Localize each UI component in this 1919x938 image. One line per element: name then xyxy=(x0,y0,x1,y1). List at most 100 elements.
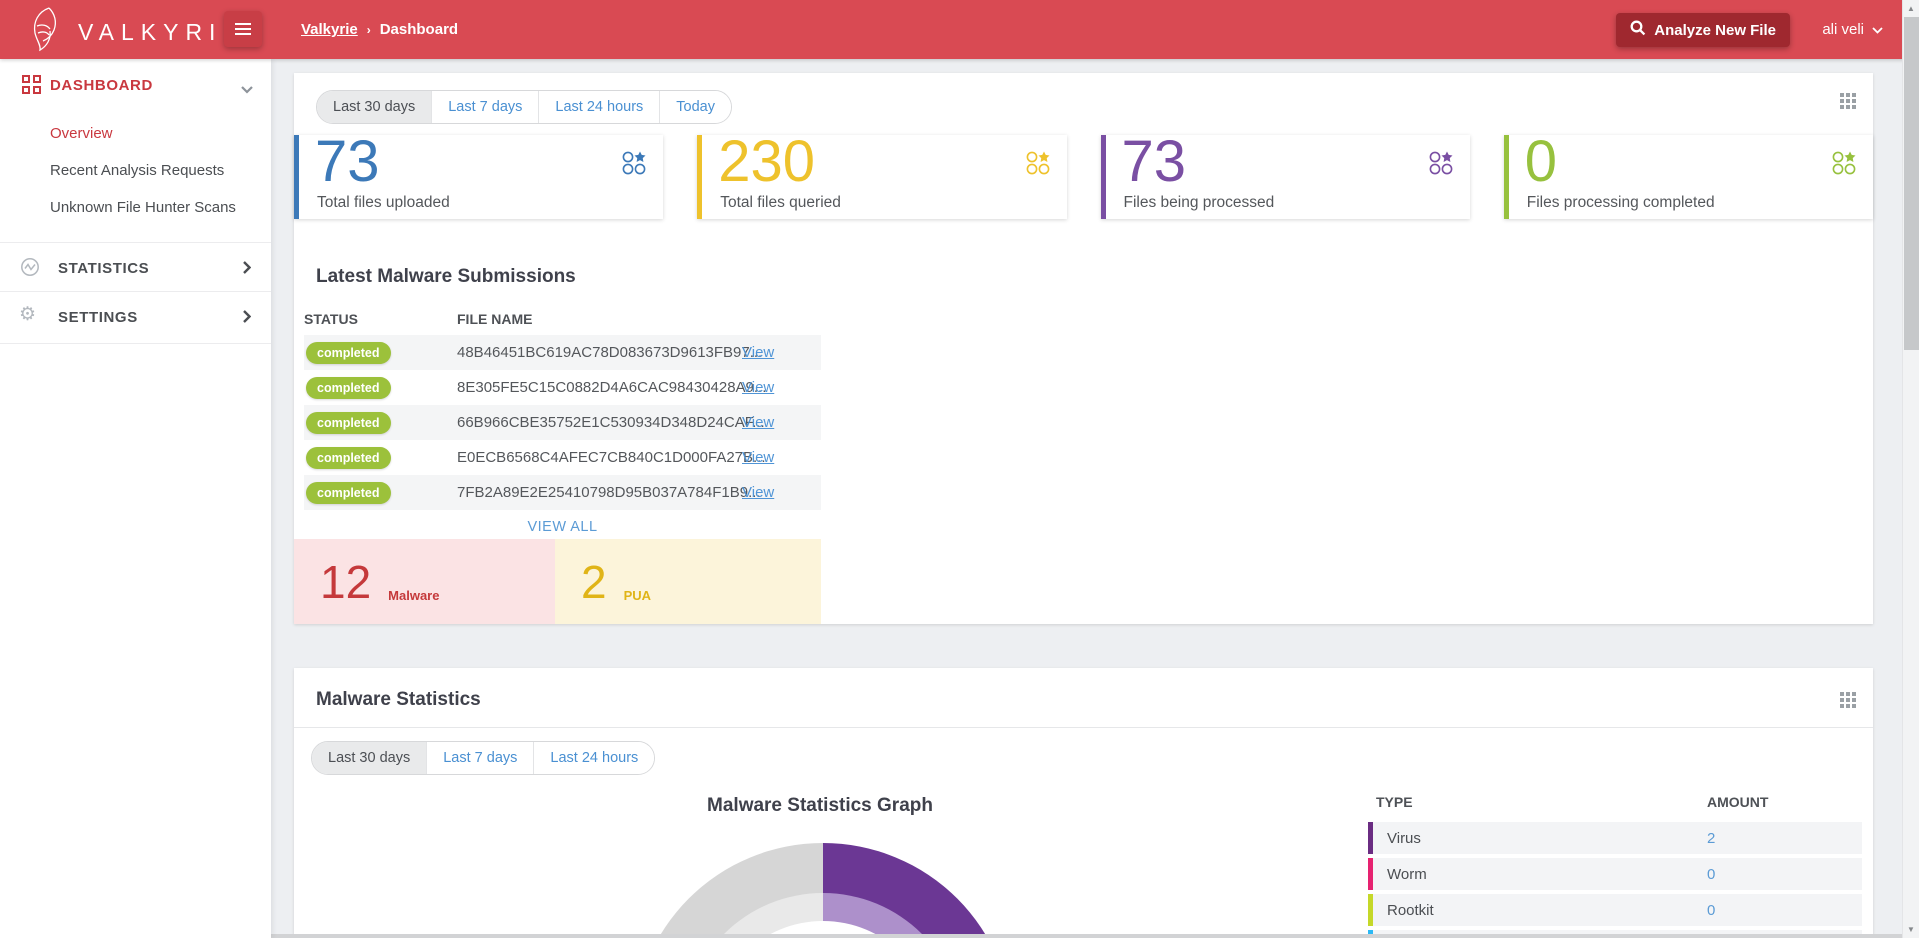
stat-value: 73 xyxy=(315,129,380,194)
amount-link[interactable]: 0 xyxy=(1707,902,1715,919)
scrollbar-thumb[interactable] xyxy=(1904,17,1919,350)
chevron-down-icon xyxy=(241,81,253,99)
status-badge: completed xyxy=(306,447,391,469)
table-row-worm: Worm 0 xyxy=(1368,858,1862,890)
statistics-pulse-icon xyxy=(20,257,40,282)
analyze-new-file-button[interactable]: Analyze New File xyxy=(1616,13,1790,47)
type-table-header: TYPE AMOUNT xyxy=(1368,790,1862,816)
table-row-virus: Virus 2 xyxy=(1368,822,1862,854)
divider xyxy=(294,727,1873,728)
table-row: completed 48B46451BC619AC78D083673D9613F… xyxy=(304,335,821,370)
filter-last-7-days[interactable]: Last 7 days xyxy=(431,91,539,123)
chevron-right-icon xyxy=(243,261,252,279)
filter-last-24-hours[interactable]: Last 24 hours xyxy=(533,742,655,774)
breadcrumb: Valkyrie › Dashboard xyxy=(301,0,458,59)
type-name: Virus xyxy=(1387,830,1421,847)
status-badge: completed xyxy=(306,377,391,399)
sidebar-item-dashboard[interactable]: DASHBOARD xyxy=(0,59,271,109)
scroll-up-arrow-icon[interactable]: ▲ xyxy=(1903,4,1919,13)
amount-link[interactable]: 2 xyxy=(1707,830,1715,847)
view-link[interactable]: View xyxy=(742,449,774,466)
pua-count-label: PUA xyxy=(623,588,652,603)
filter-last-30-days[interactable]: Last 30 days xyxy=(312,742,427,774)
malware-count-box: 12 Malware xyxy=(294,539,555,624)
sidebar-toggle-button[interactable] xyxy=(224,11,262,47)
malware-statistics-graph-title: Malware Statistics Graph xyxy=(707,795,933,816)
view-link[interactable]: View xyxy=(742,344,774,361)
malware-statistics-card: Malware Statistics Last 30 days Last 7 d… xyxy=(294,668,1873,938)
breadcrumb-separator-icon: › xyxy=(366,22,371,37)
user-name: ali veli xyxy=(1822,21,1864,38)
view-link[interactable]: View xyxy=(742,414,774,431)
circles-star-icon xyxy=(1025,150,1051,181)
submissions-table-header: STATUS FILE NAME xyxy=(304,309,821,335)
status-badge: completed xyxy=(306,482,391,504)
sidebar-item-settings[interactable]: ⚙ SETTINGS xyxy=(0,291,271,344)
file-name: 48B46451BC619AC78D083673D9613FB97... xyxy=(457,344,763,361)
widget-grid-icon[interactable] xyxy=(1840,692,1856,708)
sidebar-item-overview[interactable]: Overview xyxy=(0,115,271,152)
view-link[interactable]: View xyxy=(742,379,774,396)
circles-star-icon xyxy=(1831,150,1857,181)
column-type: TYPE xyxy=(1376,794,1413,810)
stat-label: Files processing completed xyxy=(1526,194,1715,211)
analyze-button-label: Analyze New File xyxy=(1654,21,1776,39)
sidebar-item-statistics[interactable]: STATISTICS xyxy=(0,242,271,291)
latest-malware-submissions-title: Latest Malware Submissions xyxy=(316,266,576,287)
stat-card-files-queried: 230 Total files queried xyxy=(697,131,1067,219)
view-all-button[interactable]: VIEW ALL xyxy=(304,519,821,535)
table-row: completed 8E305FE5C15C0882D4A6CAC9843042… xyxy=(304,370,821,405)
chevron-down-icon xyxy=(1872,21,1883,38)
table-row: completed 66B966CBE35752E1C530934D348D24… xyxy=(304,405,821,440)
malware-type-table: TYPE AMOUNT Virus 2 Worm 0 Rootkit 0 xyxy=(1368,790,1862,938)
table-row-rootkit: Rootkit 0 xyxy=(1368,894,1862,926)
dashboard-submenu: Overview Recent Analysis Requests Unknow… xyxy=(0,109,271,242)
user-menu[interactable]: ali veli xyxy=(1822,0,1883,59)
sidebar-dashboard-label: DASHBOARD xyxy=(50,77,153,94)
stat-card-files-completed: 0 Files processing completed xyxy=(1503,131,1873,219)
malware-count: 12 xyxy=(320,555,372,608)
view-link[interactable]: View xyxy=(742,484,774,501)
stat-label: Total files uploaded xyxy=(317,194,450,211)
sidebar-statistics-label: STATISTICS xyxy=(58,260,150,277)
widget-grid-icon[interactable] xyxy=(1840,93,1856,109)
type-name: Rootkit xyxy=(1387,902,1434,919)
filter-today[interactable]: Today xyxy=(659,91,731,123)
dashboard-grid-icon xyxy=(22,75,41,94)
filter-last-7-days[interactable]: Last 7 days xyxy=(426,742,534,774)
column-status: STATUS xyxy=(304,311,358,327)
table-row: completed E0ECB6568C4AFEC7CB840C1D000FA2… xyxy=(304,440,821,475)
stats-row: 73 Total files uploaded 230 Total files … xyxy=(294,131,1873,219)
breadcrumb-current: Dashboard xyxy=(379,21,459,38)
overview-card: Last 30 days Last 7 days Last 24 hours T… xyxy=(294,73,1873,624)
stat-card-files-processing: 73 Files being processed xyxy=(1100,131,1470,219)
vertical-scrollbar[interactable]: ▲ ▼ xyxy=(1902,0,1919,938)
column-amount: AMOUNT xyxy=(1707,794,1769,810)
circles-star-icon xyxy=(621,150,647,181)
search-icon xyxy=(1630,20,1646,40)
horizontal-scrollbar[interactable] xyxy=(271,934,1902,938)
table-row: completed 7FB2A89E2E25410798D95B037A784F… xyxy=(304,475,821,510)
filter-last-24-hours[interactable]: Last 24 hours xyxy=(538,91,660,123)
sidebar-item-unknown-file-hunter-scans[interactable]: Unknown File Hunter Scans xyxy=(0,189,271,226)
column-file-name: FILE NAME xyxy=(457,311,533,327)
file-name: 7FB2A89E2E25410798D95B037A784F1B9... xyxy=(457,484,761,501)
valkyrie-logo-icon xyxy=(28,6,70,57)
stat-value: 0 xyxy=(1524,129,1558,194)
amount-link[interactable]: 0 xyxy=(1707,866,1715,883)
stat-label: Total files queried xyxy=(720,194,841,211)
sidebar: DASHBOARD Overview Recent Analysis Reque… xyxy=(0,59,271,938)
breadcrumb-root-link[interactable]: Valkyrie xyxy=(301,21,358,38)
status-badge: completed xyxy=(306,342,391,364)
pua-count-box: 2 PUA xyxy=(555,539,821,624)
stat-value: 230 xyxy=(718,129,816,194)
malware-donut-chart xyxy=(633,843,1013,938)
scroll-down-arrow-icon[interactable]: ▼ xyxy=(1903,925,1919,934)
brand-name: VALKYRIE xyxy=(78,18,245,45)
overview-time-filter: Last 30 days Last 7 days Last 24 hours T… xyxy=(316,90,732,124)
valkyrie-logo[interactable]: VALKYRIE xyxy=(28,6,245,57)
malware-count-label: Malware xyxy=(388,588,440,603)
filter-last-30-days[interactable]: Last 30 days xyxy=(317,91,432,123)
sidebar-item-recent-analysis-requests[interactable]: Recent Analysis Requests xyxy=(0,152,271,189)
stat-value: 73 xyxy=(1121,129,1187,194)
